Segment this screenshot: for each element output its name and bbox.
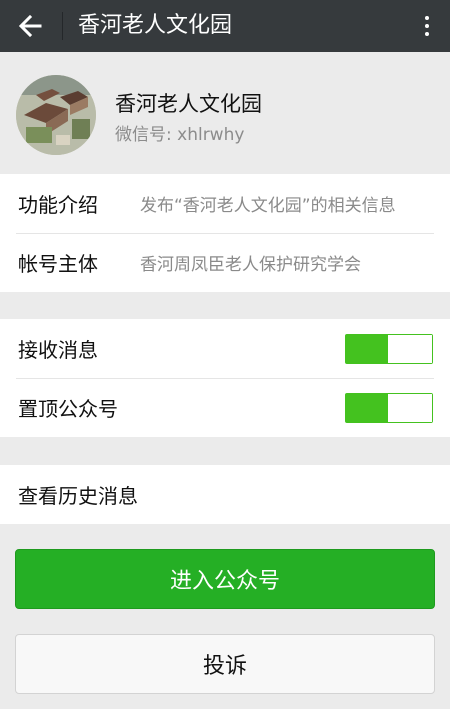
pin-account-label: 置顶公众号 (18, 397, 118, 421)
function-intro-row: 功能介绍 发布“香河老人文化园”的相关信息 (0, 174, 450, 233)
arrow-left-icon (18, 15, 42, 37)
enter-account-button[interactable]: 进入公众号 (15, 549, 435, 609)
more-button[interactable] (416, 8, 438, 44)
account-owner-value: 香河周凤臣老人保护研究学会 (140, 255, 361, 275)
wechat-id: 微信号: xhlrwhy (115, 125, 245, 145)
more-vertical-icon (425, 16, 429, 20)
top-bar: 香河老人文化园 (0, 0, 450, 52)
receive-messages-row: 接收消息 (0, 319, 450, 378)
account-name: 香河老人文化园 (115, 92, 262, 116)
toggle-knob (388, 393, 432, 422)
settings-card: 接收消息 置顶公众号 (0, 319, 450, 437)
receive-messages-toggle[interactable] (345, 333, 433, 364)
view-history-label: 查看历史消息 (18, 484, 138, 508)
pin-account-row: 置顶公众号 (0, 378, 450, 437)
page-title: 香河老人文化园 (78, 13, 233, 38)
history-card: 查看历史消息 (0, 465, 450, 524)
toggle-knob (388, 334, 432, 363)
back-button[interactable] (12, 8, 48, 44)
info-card: 功能介绍 发布“香河老人文化园”的相关信息 帐号主体 香河周凤臣老人保护研究学会 (0, 174, 450, 292)
avatar-image (16, 75, 96, 155)
profile-header: 香河老人文化园 微信号: xhlrwhy (0, 52, 450, 174)
function-intro-label: 功能介绍 (18, 193, 98, 217)
pin-account-toggle[interactable] (345, 392, 433, 423)
account-owner-row: 帐号主体 香河周凤臣老人保护研究学会 (0, 233, 450, 292)
receive-messages-label: 接收消息 (18, 338, 98, 362)
complain-button[interactable]: 投诉 (15, 634, 435, 694)
view-history-row[interactable]: 查看历史消息 (0, 465, 450, 524)
function-intro-value: 发布“香河老人文化园”的相关信息 (140, 196, 396, 216)
account-owner-label: 帐号主体 (18, 252, 98, 276)
title-divider (62, 12, 63, 40)
avatar[interactable] (16, 75, 96, 155)
